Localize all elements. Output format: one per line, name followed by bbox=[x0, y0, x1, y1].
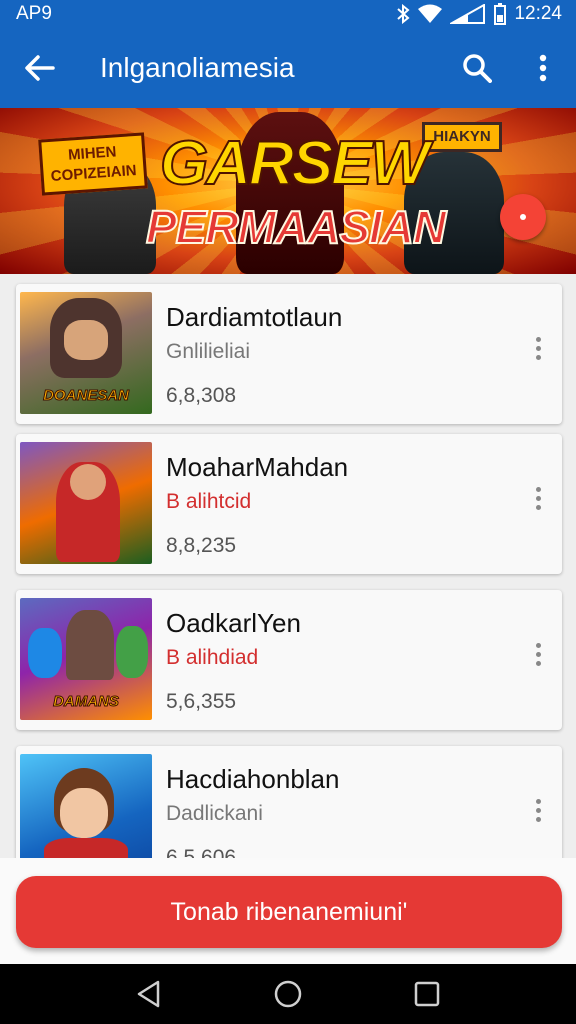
more-vert-icon-dot bbox=[535, 354, 541, 360]
thumbnail-caption: DAMANS bbox=[53, 693, 120, 710]
nav-home-button[interactable] bbox=[258, 964, 318, 1024]
bluetooth-icon bbox=[397, 4, 410, 24]
more-vert-icon bbox=[535, 486, 541, 492]
more-vert-icon-dot bbox=[535, 660, 541, 666]
item-menu-button[interactable] bbox=[524, 328, 552, 368]
system-nav-bar bbox=[0, 964, 576, 1024]
clock-label: 12:24 bbox=[514, 3, 562, 24]
triangle-back-icon bbox=[138, 980, 160, 1008]
game-thumbnail bbox=[20, 442, 152, 564]
item-menu-button[interactable] bbox=[524, 790, 552, 830]
search-icon bbox=[463, 54, 492, 83]
more-vert-icon-dot bbox=[535, 816, 541, 822]
status-icons: 12:24 bbox=[396, 3, 562, 25]
banner-menu-button[interactable] bbox=[500, 194, 546, 240]
game-subtitle: Gnlilieliai bbox=[166, 340, 251, 363]
banner-tag-left: MIHEN COPIZEIAIN bbox=[38, 132, 148, 196]
more-vert-icon-dot bbox=[535, 495, 541, 501]
more-vert-icon bbox=[539, 54, 547, 82]
game-name: MoaharMahdan bbox=[166, 452, 349, 482]
game-list: DOANESAN Dardiamtotlaun Gnlilieliai 6,8,… bbox=[0, 274, 576, 858]
banner-tag-right: HIAKYN bbox=[422, 122, 502, 152]
more-vert-icon-dot bbox=[535, 807, 541, 813]
game-count: 6,8,308 bbox=[166, 384, 237, 407]
search-button[interactable] bbox=[444, 28, 510, 108]
primary-action-button[interactable]: Tonab ribenanemiuni' bbox=[16, 876, 562, 948]
battery-icon bbox=[494, 3, 507, 25]
game-subtitle: B alihtcid bbox=[166, 490, 252, 513]
list-item[interactable]: DAMANS OadkarlYen B alihdiad 5,6,355 bbox=[16, 590, 562, 730]
list-item[interactable]: Hacdiahonblan Dadlickani 6 5 606 bbox=[16, 746, 562, 858]
arrow-back-icon bbox=[25, 55, 55, 81]
item-menu-button[interactable] bbox=[524, 634, 552, 674]
nav-back-button[interactable] bbox=[119, 964, 179, 1024]
game-name: OadkarlYen bbox=[166, 608, 301, 638]
carrier-label: AP9 bbox=[16, 3, 52, 24]
square-recents-icon bbox=[414, 981, 439, 1007]
dot-icon bbox=[520, 214, 526, 220]
more-vert-icon-dot bbox=[535, 345, 541, 351]
banner-title-line2: PERMAASIAN bbox=[145, 200, 447, 254]
more-vert-icon bbox=[535, 798, 541, 804]
item-menu-button[interactable] bbox=[524, 478, 552, 518]
bottom-action-area: Tonab ribenanemiuni' bbox=[0, 858, 576, 964]
banner-title-line1: GARSEW bbox=[159, 128, 430, 199]
game-count: 8,8,235 bbox=[166, 534, 237, 557]
more-vert-icon bbox=[535, 642, 541, 648]
overflow-menu-button[interactable] bbox=[510, 28, 576, 108]
status-bar: AP9 12:24 bbox=[0, 0, 576, 28]
game-subtitle: B alihdiad bbox=[166, 646, 259, 669]
list-item[interactable]: DOANESAN Dardiamtotlaun Gnlilieliai 6,8,… bbox=[16, 284, 562, 424]
game-name: Hacdiahonblan bbox=[166, 764, 340, 794]
list-item[interactable]: MoaharMahdan B alihtcid 8,8,235 bbox=[16, 434, 562, 574]
game-name: Dardiamtotlaun bbox=[166, 302, 343, 332]
game-thumbnail: DOANESAN bbox=[20, 292, 152, 414]
game-thumbnail: DAMANS bbox=[20, 598, 152, 720]
promo-banner[interactable]: MIHEN COPIZEIAIN HIAKYN GARSEW PERMAASIA… bbox=[0, 108, 576, 274]
game-count: 5,6,355 bbox=[166, 690, 237, 713]
page-title: Inlganoliamesia bbox=[100, 52, 295, 83]
game-subtitle: Dadlickani bbox=[166, 802, 263, 825]
game-thumbnail bbox=[20, 754, 152, 858]
more-vert-icon-dot bbox=[535, 504, 541, 510]
circle-home-icon bbox=[274, 980, 302, 1008]
more-vert-icon bbox=[535, 336, 541, 342]
app-bar: Inlganoliamesia bbox=[0, 28, 576, 108]
nav-recents-button[interactable] bbox=[397, 964, 457, 1024]
game-count: 6 5 606 bbox=[166, 846, 237, 858]
back-button[interactable] bbox=[0, 28, 80, 108]
thumbnail-caption: DOANESAN bbox=[43, 387, 130, 404]
signal-icon bbox=[450, 4, 486, 24]
more-vert-icon-dot bbox=[535, 651, 541, 657]
wifi-icon bbox=[418, 4, 443, 23]
